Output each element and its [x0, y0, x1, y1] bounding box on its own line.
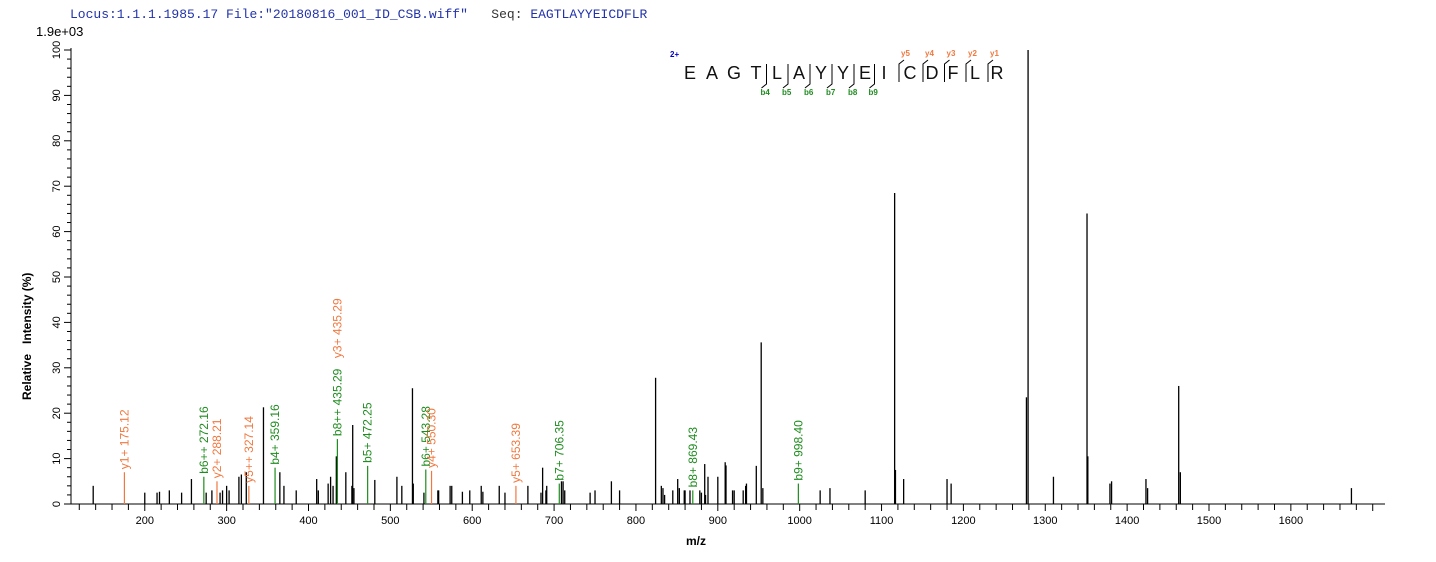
x-tick-label: 600: [463, 515, 481, 527]
residue: C: [904, 63, 917, 83]
x-tick-label: 500: [381, 515, 399, 527]
x-tick-label: 1300: [1033, 515, 1057, 527]
x-tick-label: 300: [217, 515, 235, 527]
y-tick-label: 10: [51, 452, 63, 464]
peak-label: b7+ 706.35: [552, 420, 566, 481]
b-ion-label: b6: [804, 88, 814, 97]
b-ion-marker: [782, 64, 789, 89]
residue: G: [727, 63, 741, 83]
peak-label: b4+ 359.16: [268, 404, 282, 465]
b-ion-marker: [848, 64, 855, 89]
x-tick-label: 1000: [787, 515, 811, 527]
residue: T: [751, 63, 762, 83]
peak-label: y5++ 327.14: [242, 416, 256, 483]
y-axis-label: Relative Intensity (%): [20, 273, 34, 400]
y-tick-label: 0: [51, 501, 63, 507]
residue: F: [948, 63, 959, 83]
x-tick-label: 1600: [1279, 515, 1303, 527]
y-tick-label: 80: [51, 135, 63, 147]
x-tick-label: 1200: [951, 515, 975, 527]
y-tick-label: 90: [51, 89, 63, 101]
x-tick-label: 800: [627, 515, 645, 527]
y-tick-label: 100: [51, 41, 63, 59]
peak-label: b8+ 869.43: [686, 427, 700, 488]
y-tick-label: 70: [51, 180, 63, 192]
residue: Y: [815, 63, 827, 83]
x-tick-label: 1400: [1115, 515, 1139, 527]
y-ion-label: y4: [925, 49, 934, 58]
residue: Y: [837, 63, 849, 83]
y-ion-label: y3: [947, 49, 956, 58]
b-ion-marker: [761, 64, 767, 89]
residue: L: [970, 63, 980, 83]
x-tick-label: 1100: [870, 515, 894, 527]
b-ion-label: b5: [782, 88, 792, 97]
b-ion-label: b4: [761, 88, 771, 97]
residue: I: [881, 63, 886, 83]
y-tick-label: 20: [51, 407, 63, 419]
residue: L: [772, 63, 782, 83]
y-ion-label: y5: [901, 49, 910, 58]
x-tick-label: 900: [709, 515, 727, 527]
residue: E: [684, 63, 696, 83]
peak-label: y3+ 435.29: [330, 298, 344, 358]
residue: A: [706, 63, 718, 83]
peak-label: b9+ 998.40: [791, 420, 805, 481]
x-tick-label: 200: [136, 515, 154, 527]
b-ion-marker: [804, 64, 811, 89]
peak-label: y2+ 288.21: [210, 418, 224, 478]
peak-label: y5+ 653.39: [509, 423, 523, 483]
y-ion-label: y1: [990, 49, 999, 58]
x-tick-label: 700: [545, 515, 563, 527]
peak-label: b8++ 435.29: [330, 368, 344, 436]
b-ion-label: b9: [869, 88, 879, 97]
y-tick-label: 30: [51, 362, 63, 374]
residue: D: [926, 63, 939, 83]
peak-label: b6++ 272.16: [197, 406, 211, 474]
x-tick-label: 1500: [1197, 515, 1221, 527]
sequence-annotation: 2+E A G T L A Y Y E I C D F L Rb4 b5 b6 b7 b8 b9y5 y4 y3 y2 y1: [670, 49, 1004, 97]
x-axis-label: m/z: [686, 534, 706, 548]
residue: A: [793, 63, 805, 83]
peaks: y1+ 175.12 b6++ 272.16 y2+ 288.21 y5++ 327.…: [92, 50, 1353, 504]
b-ion-label: b8: [848, 88, 858, 97]
residue: E: [859, 63, 871, 83]
y-ion-label: y2: [968, 49, 977, 58]
peak-label: y1+ 175.12: [117, 409, 131, 469]
b-ion-label: b7: [826, 88, 836, 97]
spectrum-chart: 200 300 400 500 600 700 800 900 1000 1100 1200 1300…: [20, 41, 1385, 548]
y-tick-label: 50: [51, 271, 63, 283]
residue: R: [991, 63, 1004, 83]
y-tick-label: 60: [51, 225, 63, 237]
charge-state: 2+: [670, 50, 679, 59]
peak-label: y4+ 550.30: [425, 408, 439, 468]
x-tick-label: 400: [299, 515, 317, 527]
b-ion-marker: [826, 64, 833, 89]
peak-label: b5+ 472.25: [361, 402, 375, 463]
y-tick-label: 40: [51, 316, 63, 328]
